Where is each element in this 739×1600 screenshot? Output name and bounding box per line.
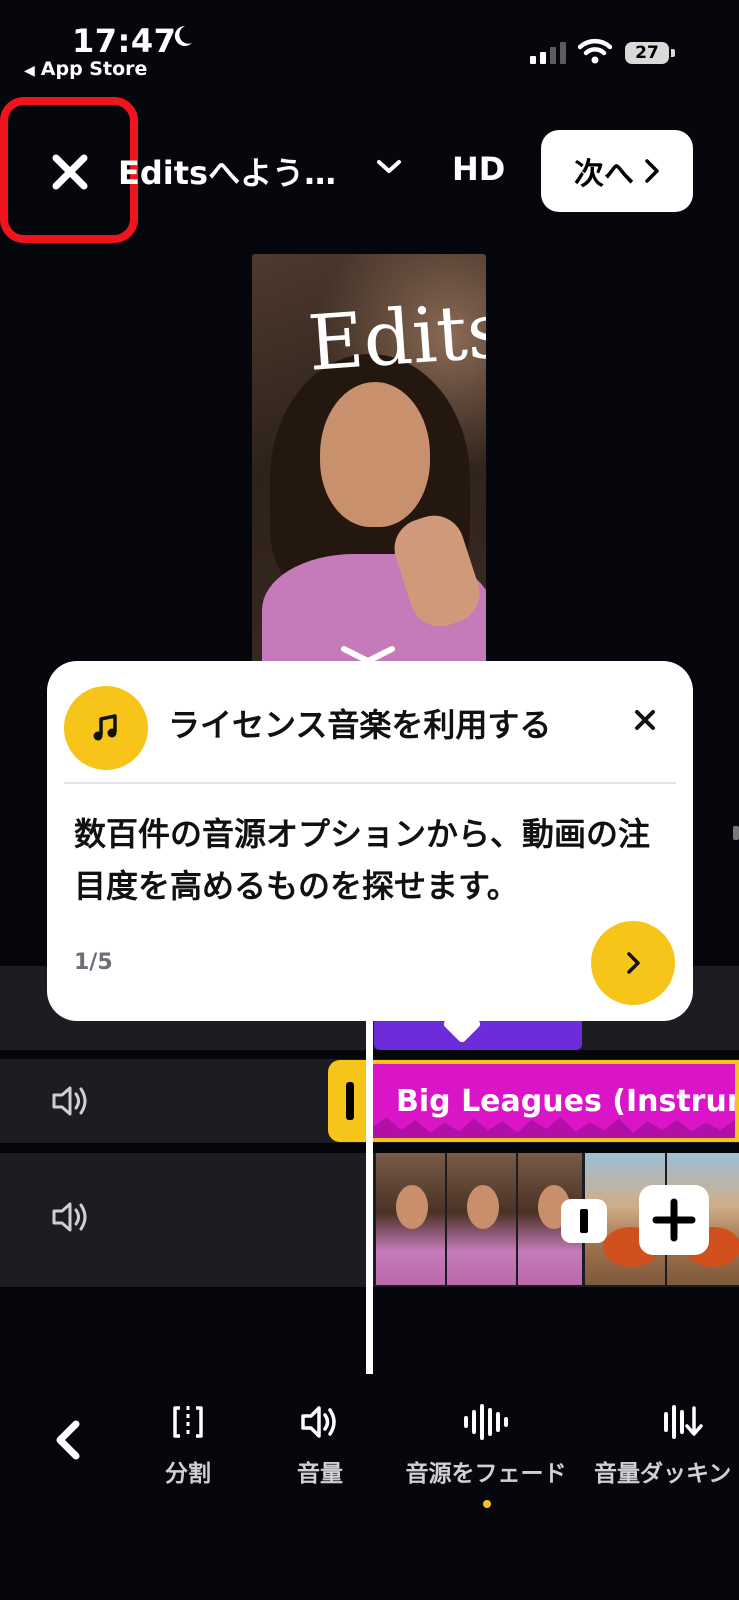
tooltip-close-button[interactable] (630, 705, 660, 739)
back-triangle-icon: ◀ (24, 63, 35, 79)
back-to-app-label: App Store (40, 58, 148, 80)
project-title[interactable]: Editsへよう… (118, 148, 336, 194)
chevron-down-icon[interactable] (376, 158, 402, 180)
next-button[interactable]: 次へ (541, 130, 693, 212)
tool-volume-label: 音量 (297, 1461, 343, 1487)
battery-tip (671, 49, 675, 57)
playhead[interactable] (366, 1000, 373, 1374)
video-thumbnail[interactable] (376, 1153, 445, 1285)
music-clip-label: Big Leagues (Instrum (396, 1084, 739, 1119)
close-icon (635, 710, 655, 730)
tooltip-title: ライセンス音楽を利用する (168, 706, 552, 744)
ducking-icon (664, 1405, 703, 1439)
add-clip-button[interactable] (639, 1185, 709, 1255)
tooltip-body: 数百件の音源オプションから、動画の注目度を高めるものを探せます。 (74, 815, 651, 905)
tool-split-label: 分割 (165, 1461, 211, 1487)
tool-fade-label: 音源をフェード (405, 1461, 567, 1487)
chevron-right-icon (627, 952, 640, 974)
split-icon (173, 1406, 203, 1438)
tooltip-divider (64, 782, 676, 784)
back-button[interactable] (50, 1418, 86, 1466)
tooltip-step-counter: 1/5 (74, 950, 113, 975)
video-thumbnail[interactable] (447, 1153, 516, 1285)
tool-ducking[interactable]: 音量ダッキン (594, 1402, 739, 1488)
tool-split[interactable]: 分割 (148, 1402, 228, 1488)
chevron-right-icon (645, 159, 659, 183)
music-note-icon (64, 686, 148, 770)
quality-hd-button[interactable]: HD (452, 150, 505, 188)
moon-icon (170, 24, 194, 55)
tooltip-next-button[interactable] (591, 921, 675, 1005)
music-clip[interactable]: Big Leagues (Instrum (372, 1060, 739, 1142)
video-preview[interactable]: Edits (252, 254, 486, 664)
active-tool-indicator (483, 1500, 491, 1508)
speaker-icon[interactable] (50, 1083, 90, 1123)
tool-ducking-label: 音量ダッキン (594, 1461, 732, 1487)
chevron-left-icon (56, 1420, 80, 1460)
battery-indicator: 27 (625, 42, 669, 64)
speaker-icon[interactable] (50, 1199, 90, 1239)
tool-volume[interactable]: 音量 (280, 1402, 360, 1488)
wifi-icon (577, 38, 613, 68)
tool-fade[interactable]: 音源をフェード (394, 1402, 578, 1488)
status-time: 17:47 (72, 22, 177, 60)
cellular-signal-icon (530, 42, 566, 64)
back-to-app-link[interactable]: ◀ App Store (24, 58, 147, 80)
plus-icon (652, 1198, 696, 1242)
fade-icon (464, 1404, 508, 1440)
edge-indicator (733, 826, 739, 840)
next-button-label: 次へ (574, 157, 634, 192)
preview-overlay-text: Edits (305, 285, 486, 388)
clip-split-handle[interactable] (561, 1199, 607, 1243)
volume-icon (301, 1406, 336, 1438)
